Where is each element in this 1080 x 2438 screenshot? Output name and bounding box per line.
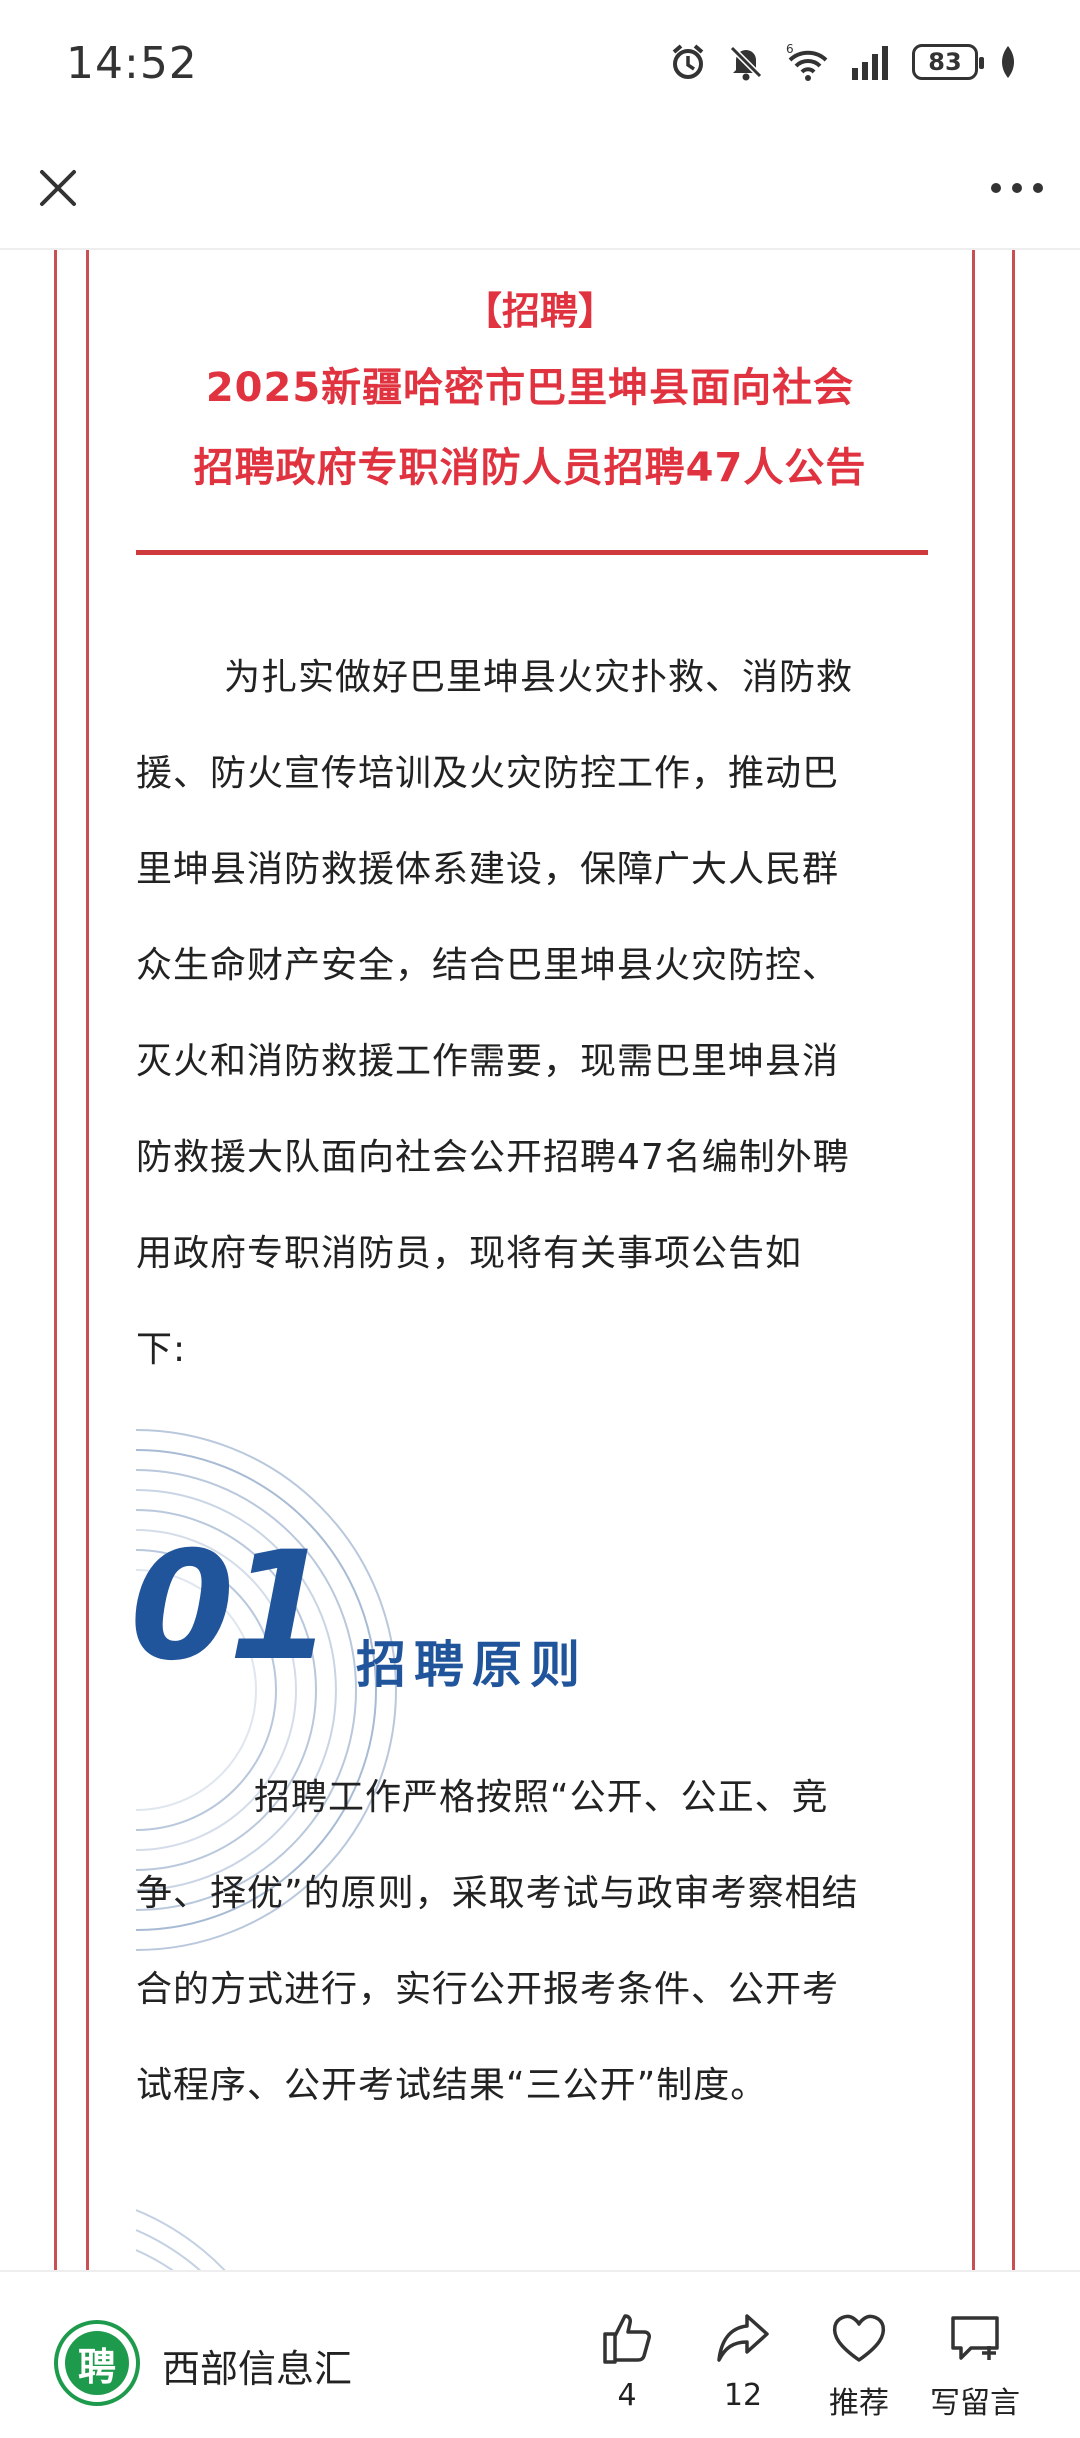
signal-icon	[850, 44, 894, 80]
more-dots-icon	[991, 183, 1043, 193]
more-button[interactable]	[982, 158, 1052, 218]
thumbs-up-icon	[603, 2314, 651, 2364]
article-content[interactable]: 【招聘】 2025新疆哈密市巴里坤县面向社会 招聘政府专职消防人员招聘47人公告…	[0, 250, 1080, 2270]
section-paragraph: 招聘工作严格按照“公开、公正、竞 争、择优”的原则，采取考试与政审考察相结 合的…	[136, 1750, 936, 2134]
comment-label: 写留言	[930, 2386, 1020, 2421]
status-icons: 6 83	[668, 42, 1020, 82]
comment-button[interactable]: 写留言	[920, 2308, 1030, 2422]
wifi-6-icon: 6	[784, 42, 832, 82]
frame-line-left-inner	[86, 250, 89, 2270]
intro-line: 里坤县消防救援体系建设，保障广大人民群	[136, 849, 840, 890]
intro-line: 防救援大队面向社会公开招聘47名编制外聘	[136, 1137, 850, 1178]
battery-icon: 83	[912, 44, 984, 80]
close-icon	[40, 170, 76, 206]
svg-text:6: 6	[786, 42, 794, 56]
share-button[interactable]: 12	[688, 2308, 798, 2413]
intro-line: 众生命财产安全，结合巴里坤县火灾防控、	[136, 945, 840, 986]
decorative-arcs-next-section	[136, 2209, 226, 2270]
article-title-line-1: 2025新疆哈密市巴里坤县面向社会	[205, 365, 855, 411]
avatar-text: 聘	[65, 2331, 129, 2395]
account-name[interactable]: 西部信息汇	[162, 2338, 352, 2393]
section-number: 01	[130, 1520, 333, 1694]
bottom-action-bar: 聘 西部信息汇 4 12 推荐 写留言	[0, 2270, 1080, 2438]
like-count: 4	[617, 2378, 637, 2413]
article-tag: 【招聘】	[463, 289, 616, 333]
alarm-icon	[668, 42, 708, 82]
page: 14:52 6 83 【招聘】 2025新疆哈密市巴里坤县面向社会 招聘政府专职…	[0, 0, 1080, 2438]
frame-line-right-inner	[972, 250, 975, 2270]
intro-line: 援、防火宣传培训及火灾防控工作，推动巴	[136, 753, 840, 794]
section-line: 合的方式进行，实行公开报考条件、公开考	[136, 1969, 840, 2010]
top-nav	[0, 130, 1080, 250]
recommend-button[interactable]: 推荐	[804, 2308, 914, 2422]
status-time: 14:52	[66, 38, 198, 89]
like-button[interactable]: 4	[572, 2308, 682, 2413]
mute-bell-icon	[726, 42, 766, 82]
section-line: 招聘工作严格按照“公开、公正、竞	[254, 1777, 829, 1818]
heart-icon	[832, 2314, 886, 2362]
section-line: 试程序、公开考试结果“三公开”制度。	[136, 2065, 768, 2106]
status-bar: 14:52 6 83	[0, 0, 1080, 130]
close-button[interactable]	[28, 158, 88, 218]
recommend-label: 推荐	[829, 2386, 889, 2421]
share-count: 12	[723, 2378, 763, 2413]
share-arrow-icon	[717, 2314, 769, 2362]
intro-line: 下:	[136, 1329, 187, 1370]
intro-line: 为扎实做好巴里坤县火灾扑救、消防救	[224, 657, 854, 698]
intro-line: 用政府专职消防员，现将有关事项公告如	[136, 1233, 803, 1274]
frame-line-left-outer	[54, 250, 57, 2270]
frame-line-right-outer	[1012, 250, 1015, 2270]
intro-paragraph: 为扎实做好巴里坤县火灾扑救、消防救 援、防火宣传培训及火灾防控工作，推动巴 里坤…	[136, 630, 936, 1398]
article-title-line-2: 招聘政府专职消防人员招聘47人公告	[193, 445, 867, 491]
account-avatar[interactable]: 聘	[54, 2320, 140, 2406]
title-divider	[136, 550, 928, 555]
comment-plus-icon	[951, 2316, 999, 2360]
intro-line: 灭火和消防救援工作需要，现需巴里坤县消	[136, 1041, 840, 1082]
leaf-icon	[996, 44, 1020, 80]
section-line: 争、择优”的原则，采取考试与政审考察相结	[136, 1873, 859, 1914]
section-title: 招聘原则	[356, 1636, 588, 1694]
